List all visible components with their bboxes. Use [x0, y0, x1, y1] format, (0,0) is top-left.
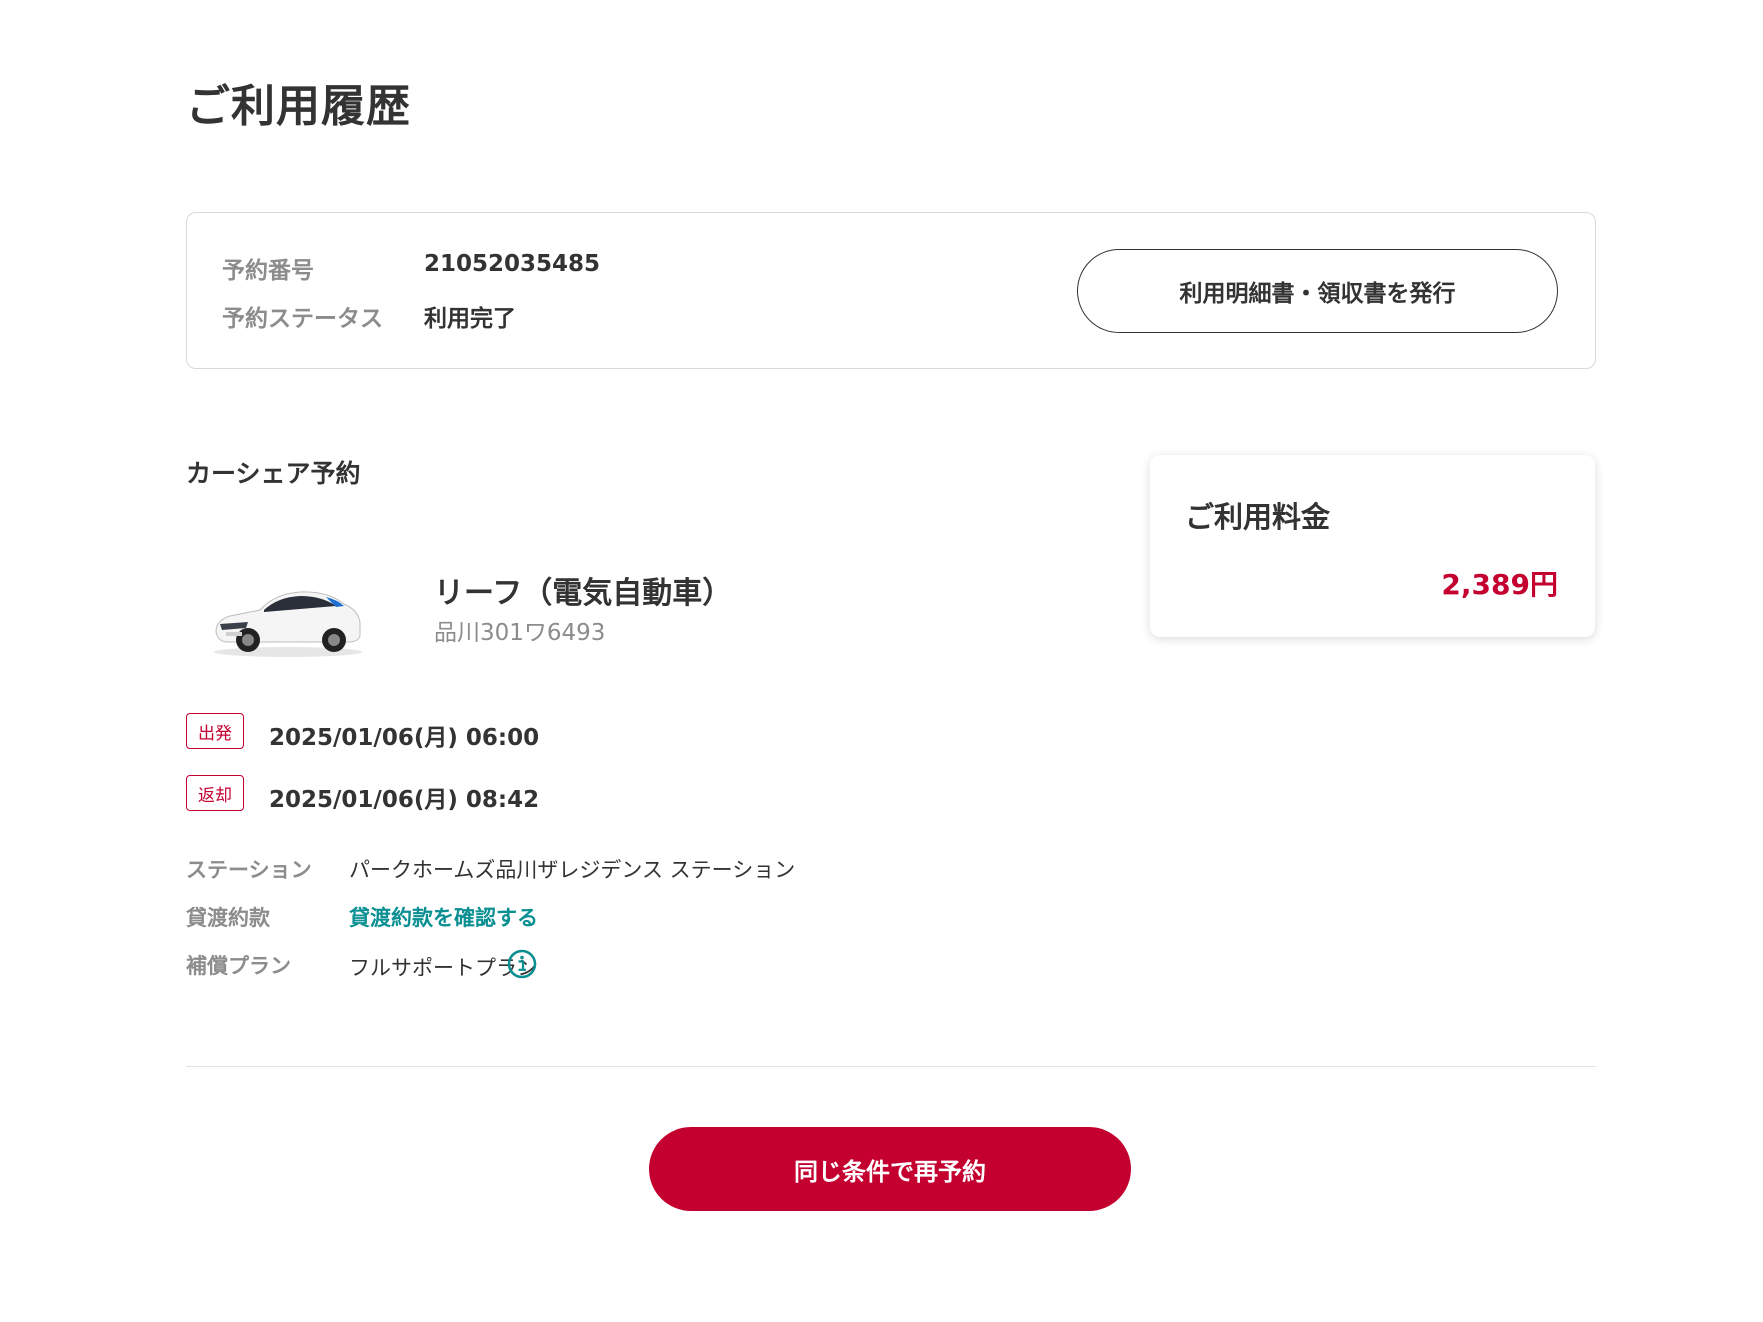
terms-label: 貸渡約款	[186, 906, 270, 930]
car-image	[214, 591, 362, 657]
page-title: ご利用履歴	[186, 81, 411, 132]
departure-badge: 出発	[186, 713, 244, 749]
terms-link[interactable]: 貸渡約款を確認する	[349, 902, 538, 932]
reservation-status-label: 予約ステータス	[222, 306, 383, 332]
station-name: パークホームズ品川ザレジデンス ステーション	[349, 858, 796, 882]
plan-label: 補償プラン	[186, 954, 291, 978]
issue-receipt-button[interactable]: 利用明細書・領収書を発行	[1077, 249, 1558, 333]
section-title: カーシェア予約	[186, 459, 361, 488]
license-plate: 品川301ワ6493	[434, 620, 606, 646]
car-name: リーフ（電気自動車）	[434, 576, 733, 611]
divider	[186, 1066, 1596, 1067]
departure-datetime: 2025/01/06(月) 06:00	[269, 725, 540, 751]
fee-title: ご利用料金	[1185, 500, 1331, 534]
reservation-number: 21052035485	[424, 251, 601, 277]
return-datetime: 2025/01/06(月) 08:42	[269, 787, 540, 813]
fee-card	[1150, 455, 1595, 637]
info-circle-icon[interactable]	[507, 949, 537, 979]
reservation-number-label: 予約番号	[222, 258, 314, 284]
fee-amount: 2,389円	[1441, 568, 1558, 601]
return-badge: 返却	[186, 775, 244, 811]
rebook-button[interactable]: 同じ条件で再予約	[649, 1127, 1131, 1211]
station-label: ステーション	[186, 858, 312, 882]
reservation-status: 利用完了	[424, 306, 516, 332]
